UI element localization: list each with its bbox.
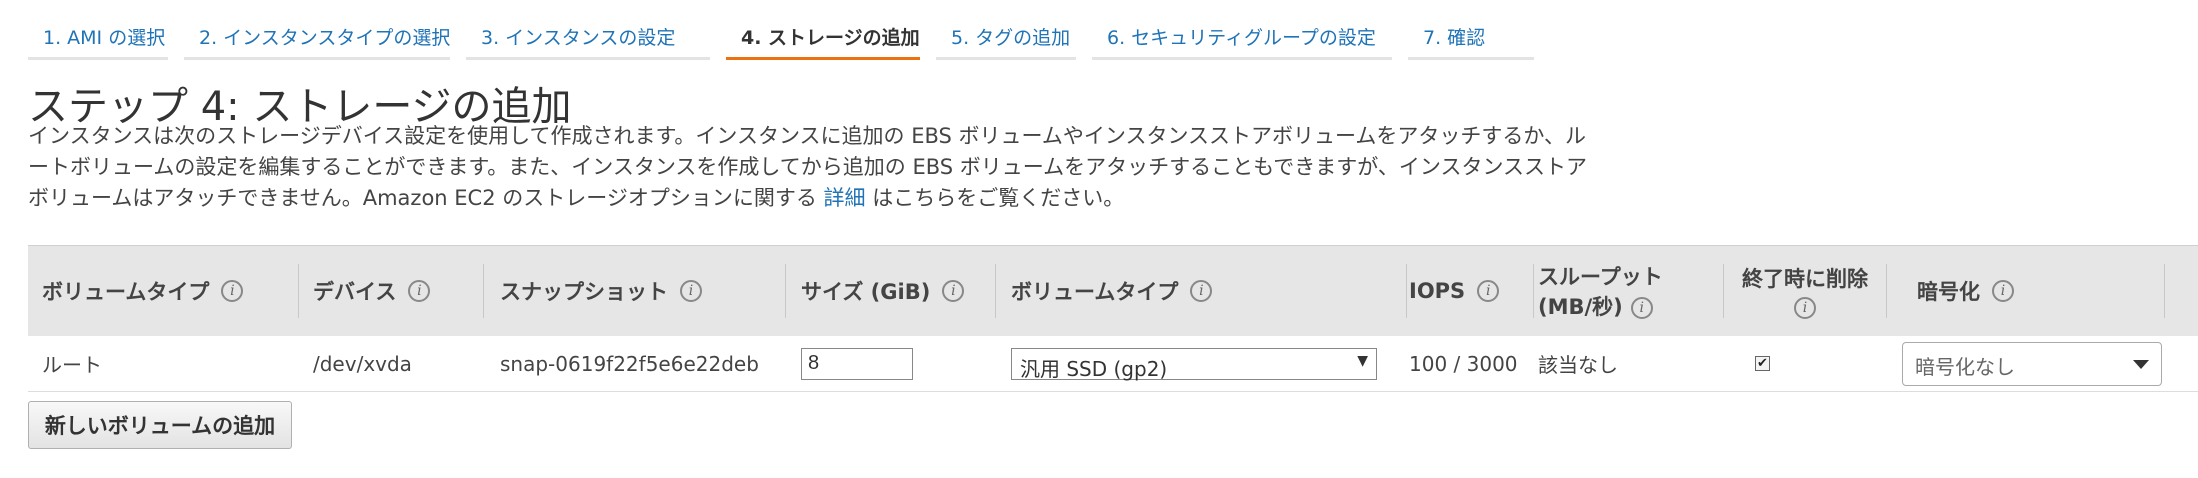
- cell-volume-type: ルート: [42, 353, 102, 377]
- header-volume-type: ボリュームタイプ i: [42, 246, 244, 336]
- cell-snapshot: snap-0619f22f5e6e22deb: [500, 351, 759, 376]
- header-size-label: サイズ (GiB): [801, 280, 931, 304]
- info-icon[interactable]: i: [408, 280, 431, 302]
- column-divider: [1886, 264, 1887, 318]
- step-review[interactable]: 7. 確認: [1408, 0, 1534, 60]
- encryption-select[interactable]: 暗号化なし: [1902, 341, 2162, 386]
- column-divider: [1723, 264, 1724, 318]
- column-divider: [785, 264, 786, 318]
- cell-ebs-volume-type: 汎用 SSD (gp2) ▼: [1011, 336, 1377, 391]
- cell-throughput: 該当なし: [1538, 353, 1618, 377]
- column-divider: [298, 264, 299, 318]
- info-icon[interactable]: i: [1190, 280, 1213, 302]
- wizard-steps: 1. AMI の選択 2. インスタンスタイプの選択 3. インスタンスの設定 …: [28, 0, 1550, 60]
- header-volume-type-label: ボリュームタイプ: [42, 280, 210, 304]
- description-text-2: はこちらをご覧ください。: [865, 186, 1125, 210]
- cell-device: /dev/xvda: [313, 351, 412, 376]
- chevron-down-icon: [2133, 359, 2149, 369]
- header-throughput: スループット (MB/秒) i: [1538, 246, 1663, 336]
- info-icon[interactable]: i: [942, 280, 965, 302]
- header-throughput-label: スループット: [1538, 265, 1663, 289]
- step-configure-security-group[interactable]: 6. セキュリティグループの設定: [1092, 0, 1392, 60]
- cell-encryption: 暗号化なし: [1902, 336, 2162, 391]
- header-encryption: 暗号化 i: [1917, 246, 2014, 336]
- page-description: インスタンスは次のストレージデバイス設定を使用して作成されます。インスタンスに追…: [28, 121, 1588, 214]
- dropdown-arrow-icon: ▼: [1357, 352, 1368, 369]
- header-iops: IOPS i: [1409, 246, 1500, 336]
- info-icon[interactable]: i: [1630, 297, 1653, 319]
- header-delete-on-termination-label: 終了時に削除: [1742, 267, 1868, 291]
- add-new-volume-button[interactable]: 新しいボリュームの追加: [28, 401, 292, 449]
- cell-delete-on-termination: ✔: [1755, 336, 1770, 391]
- info-icon[interactable]: i: [1477, 280, 1500, 302]
- column-divider: [1406, 264, 1407, 318]
- step-add-storage[interactable]: 4. ストレージの追加: [726, 0, 920, 60]
- step-choose-ami[interactable]: 1. AMI の選択: [28, 0, 168, 60]
- header-iops-label: IOPS: [1409, 279, 1466, 303]
- header-ebs-volume-type-label: ボリュームタイプ: [1011, 280, 1179, 304]
- header-snapshot-label: スナップショット: [500, 280, 668, 304]
- info-icon[interactable]: i: [221, 280, 244, 302]
- delete-on-termination-checkbox[interactable]: ✔: [1755, 356, 1770, 371]
- header-snapshot: スナップショット i: [500, 246, 702, 336]
- encryption-value: 暗号化なし: [1915, 354, 2015, 379]
- header-ebs-volume-type: ボリュームタイプ i: [1011, 246, 1213, 336]
- header-delete-on-termination: 終了時に削除 i: [1742, 246, 1868, 336]
- volume-type-select[interactable]: 汎用 SSD (gp2) ▼: [1011, 347, 1377, 381]
- step-configure-instance[interactable]: 3. インスタンスの設定: [466, 0, 710, 60]
- table-header: ボリュームタイプ i デバイス i スナップショット i サイズ (GiB) i ボリュ…: [28, 245, 2198, 336]
- column-divider: [1533, 264, 1534, 318]
- step-choose-instance-type[interactable]: 2. インスタンスタイプの選択: [184, 0, 450, 60]
- column-divider: [2164, 264, 2165, 318]
- storage-table: ボリュームタイプ i デバイス i スナップショット i サイズ (GiB) i ボリュ…: [28, 245, 2198, 392]
- column-divider: [483, 264, 484, 318]
- header-size: サイズ (GiB) i: [801, 246, 965, 336]
- description-text-1: インスタンスは次のストレージデバイス設定を使用して作成されます。インスタンスに追…: [28, 124, 1588, 210]
- volume-type-value: 汎用 SSD (gp2): [1020, 356, 1168, 381]
- header-device-label: デバイス: [313, 280, 397, 304]
- header-throughput-unit-label: (MB/秒): [1538, 295, 1623, 319]
- column-divider: [995, 264, 996, 318]
- size-input[interactable]: [801, 347, 913, 380]
- header-encryption-label: 暗号化: [1917, 280, 1980, 304]
- cell-iops: 100 / 3000: [1409, 351, 1518, 376]
- info-icon[interactable]: i: [1992, 280, 2014, 302]
- info-icon[interactable]: i: [1794, 297, 1816, 319]
- learn-more-link[interactable]: 詳細: [824, 186, 866, 210]
- header-throughput-unit: (MB/秒) i: [1538, 291, 1653, 321]
- table-row: ルート /dev/xvda snap-0619f22f5e6e22deb 汎用 …: [28, 336, 2198, 392]
- header-device: デバイス i: [313, 246, 431, 336]
- cell-size: [801, 336, 913, 391]
- step-add-tags[interactable]: 5. タグの追加: [936, 0, 1076, 60]
- info-icon[interactable]: i: [680, 280, 702, 302]
